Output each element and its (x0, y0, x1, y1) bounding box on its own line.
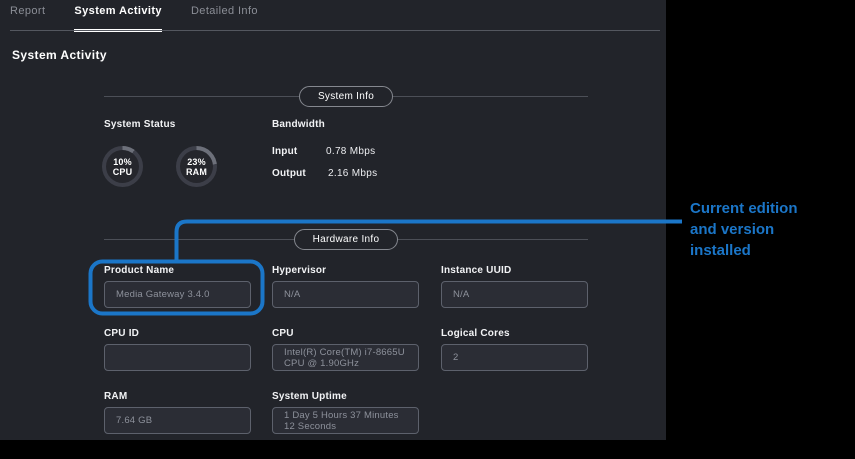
logical-cores-field[interactable]: 2 (441, 344, 588, 371)
product-name-field[interactable]: Media Gateway 3.4.0 (104, 281, 251, 308)
bandwidth-input-label: Input (272, 146, 297, 157)
annotation-text: Current edition and version installed (690, 198, 812, 261)
ram-unit-label: RAM (186, 167, 207, 177)
product-name-label: Product Name (104, 265, 174, 276)
divider-line (398, 239, 588, 240)
tab-report[interactable]: Report (10, 5, 45, 17)
tab-system-activity[interactable]: System Activity (74, 5, 162, 17)
bandwidth-label: Bandwidth (272, 119, 325, 130)
ram-percent-value: 23% (187, 157, 206, 167)
cpu-field[interactable]: Intel(R) Core(TM) i7-8665U CPU @ 1.90GHz (272, 344, 419, 371)
bandwidth-output-value: 2.16 Mbps (328, 168, 377, 179)
cpu-id-label: CPU ID (104, 328, 139, 339)
divider-line (104, 239, 294, 240)
bandwidth-input-value: 0.78 Mbps (326, 146, 375, 157)
bandwidth-output-label: Output (272, 168, 306, 179)
cpu-label: CPU (272, 328, 294, 339)
instance-uuid-field[interactable]: N/A (441, 281, 588, 308)
page-title: System Activity (12, 48, 107, 62)
cpu-gauge-readout: 10% CPU (106, 150, 139, 183)
instance-uuid-label: Instance UUID (441, 265, 511, 276)
ram-gauge-readout: 23% RAM (180, 150, 213, 183)
cpu-unit-label: CPU (113, 167, 133, 177)
logical-cores-label: Logical Cores (441, 328, 510, 339)
system-status-label: System Status (104, 119, 176, 130)
app-panel: Report System Activity Detailed Info Sys… (0, 0, 666, 440)
tabbar-divider (10, 30, 660, 31)
hypervisor-field[interactable]: N/A (272, 281, 419, 308)
ram-field[interactable]: 7.64 GB (104, 407, 251, 434)
cpu-usage-gauge: 10% CPU (102, 146, 143, 187)
system-info-section-header: System Info (104, 86, 588, 107)
ram-usage-gauge: 23% RAM (176, 146, 217, 187)
tab-bar: Report System Activity Detailed Info (0, 0, 666, 31)
hardware-info-pill: Hardware Info (294, 229, 399, 250)
ram-label: RAM (104, 391, 127, 402)
hypervisor-label: Hypervisor (272, 265, 326, 276)
divider-line (393, 96, 588, 97)
tab-detailed-info[interactable]: Detailed Info (191, 5, 258, 17)
divider-line (104, 96, 299, 97)
system-uptime-label: System Uptime (272, 391, 347, 402)
system-info-pill: System Info (299, 86, 393, 107)
system-uptime-field[interactable]: 1 Day 5 Hours 37 Minutes 12 Seconds (272, 407, 419, 434)
cpu-percent-value: 10% (113, 157, 132, 167)
cpu-id-field[interactable] (104, 344, 251, 371)
hardware-info-section-header: Hardware Info (104, 229, 588, 250)
